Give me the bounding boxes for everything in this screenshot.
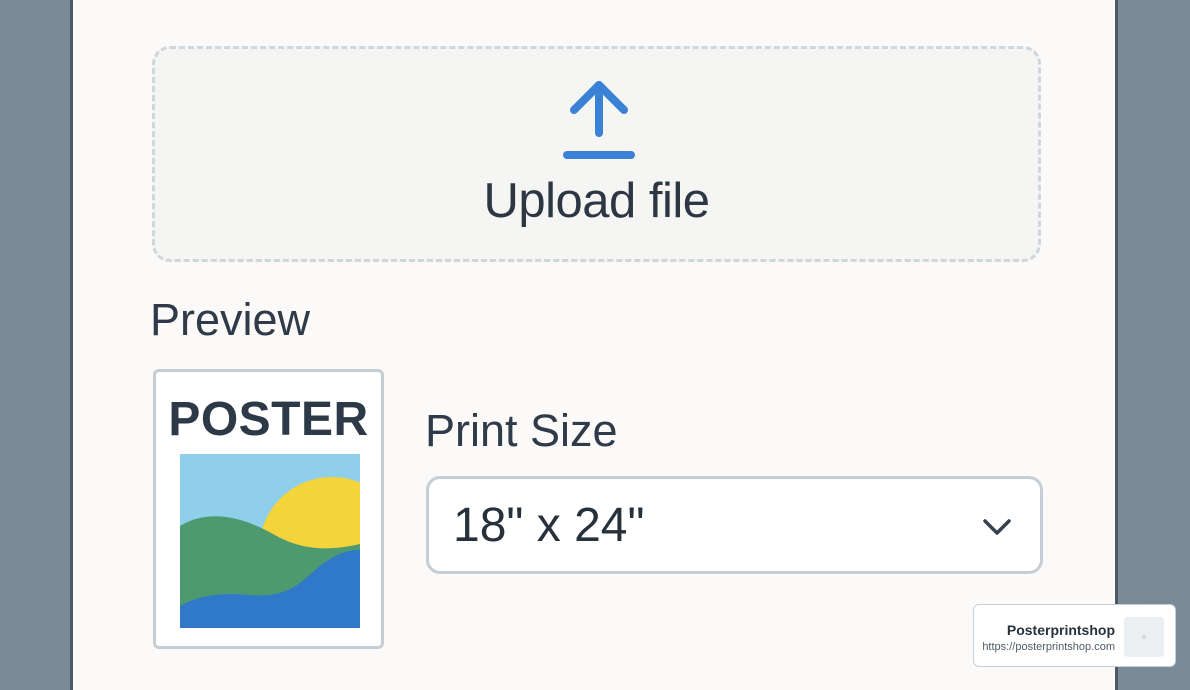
shop-link-card[interactable]: Posterprintshop https://posterprintshop.… [973, 604, 1176, 667]
landscape-image-icon [180, 454, 360, 628]
shop-name: Posterprintshop [1006, 622, 1115, 638]
selected-print-size: 18" x 24" [453, 499, 645, 552]
shop-url: https://posterprintshop.com [982, 641, 1115, 653]
print-size-label: Print Size [425, 405, 618, 456]
preview-heading: Preview [150, 294, 311, 345]
poster-preview-card: POSTER [153, 369, 384, 649]
shop-thumbnail [1124, 617, 1164, 657]
upload-dropzone[interactable]: Upload file [152, 46, 1041, 262]
upload-arrow-icon [563, 81, 635, 159]
left-backdrop [0, 0, 52, 680]
poster-title-text: POSTER [168, 393, 369, 446]
print-size-select[interactable]: 18" x 24" [426, 476, 1043, 574]
chevron-down-icon [983, 519, 1011, 535]
upload-file-label: Upload file [483, 174, 710, 228]
upload-window: g Upload file Preview POSTER Print Size … [70, 0, 1118, 690]
right-backdrop [1138, 0, 1190, 680]
